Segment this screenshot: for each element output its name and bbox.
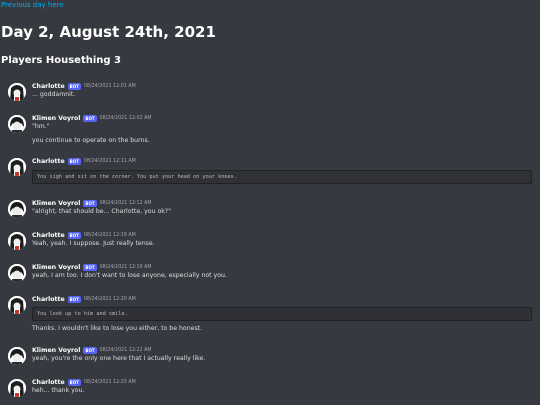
message-text: "hm." <box>32 123 50 130</box>
avatar-charlotte[interactable] <box>8 83 26 101</box>
previous-day-link[interactable]: Previous day here <box>1 1 64 9</box>
code-text: You look up to him and smile. <box>37 311 128 317</box>
bot-badge: BOT <box>67 82 81 90</box>
message-timestamp: 08/24/2021 12:11 AM <box>83 158 136 164</box>
bot-badge: BOT <box>67 295 81 303</box>
message-text: Thanks. I wouldn't like to lose you eith… <box>32 325 203 332</box>
message-timestamp: 08/24/2021 12:19 AM <box>83 232 136 238</box>
bot-badge: BOT <box>83 199 97 207</box>
message-text: Yeah, yeah. I suppose. Just really tense… <box>32 240 155 247</box>
message-timestamp: 08/24/2021 12:01 AM <box>83 83 136 89</box>
bot-badge: BOT <box>83 114 97 122</box>
klimen-avatar-icon <box>8 200 26 218</box>
klimen-avatar-icon <box>8 264 26 282</box>
avatar-charlotte[interactable] <box>8 232 26 250</box>
message-author[interactable]: Charlotte <box>32 232 65 239</box>
message-author[interactable]: Klimen Voyrol <box>32 200 80 207</box>
avatar-charlotte[interactable] <box>8 379 26 397</box>
avatar-charlotte[interactable] <box>8 158 26 176</box>
message-timestamp: 08/24/2021 12:12 AM <box>99 200 152 206</box>
message-text: you continue to operate on the burns. <box>32 137 150 144</box>
message-text: "alright, that should be... Charlotte, y… <box>32 208 171 215</box>
message-author[interactable]: Charlotte <box>32 83 65 90</box>
message-timestamp: 08/24/2021 12:02 AM <box>99 115 152 121</box>
message-author[interactable]: Klimen Voyrol <box>32 264 80 271</box>
bot-badge: BOT <box>67 157 81 165</box>
message-author[interactable]: Charlotte <box>32 158 65 165</box>
message-author[interactable]: Klimen Voyrol <box>32 347 80 354</box>
message-text: yeah, I am too. I don't want to lose any… <box>32 272 227 279</box>
message-text: yeah, you're the only one here that I ac… <box>32 355 206 362</box>
klimen-avatar-icon <box>8 115 26 133</box>
code-block: You look up to him and smile. <box>32 307 532 321</box>
klimen-avatar-icon <box>8 347 26 365</box>
message-author[interactable]: Klimen Voyrol <box>32 115 80 122</box>
message-text: ... goddamnit. <box>32 91 76 98</box>
bot-badge: BOT <box>67 378 81 386</box>
avatar-klimen[interactable] <box>8 115 26 133</box>
channel-title: Players Housething 3 <box>1 55 121 66</box>
message-timestamp: 08/24/2021 12:20 AM <box>83 296 136 302</box>
message-timestamp: 08/24/2021 12:22 AM <box>99 347 152 353</box>
message-timestamp: 08/24/2021 12:19 AM <box>99 264 152 270</box>
charlotte-avatar-icon <box>8 232 26 250</box>
code-text: You sigh and sit on the corner. You put … <box>37 174 237 180</box>
charlotte-avatar-icon <box>8 83 26 101</box>
avatar-klimen[interactable] <box>8 264 26 282</box>
avatar-charlotte[interactable] <box>8 296 26 314</box>
message-timestamp: 08/24/2021 12:23 AM <box>83 379 136 385</box>
bot-badge: BOT <box>83 346 97 354</box>
charlotte-avatar-icon <box>8 296 26 314</box>
code-block: You sigh and sit on the corner. You put … <box>32 170 532 184</box>
charlotte-avatar-icon <box>8 379 26 397</box>
avatar-klimen[interactable] <box>8 200 26 218</box>
avatar-klimen[interactable] <box>8 347 26 365</box>
message-author[interactable]: Charlotte <box>32 296 65 303</box>
day-title: Day 2, August 24th, 2021 <box>1 23 216 41</box>
charlotte-avatar-icon <box>8 158 26 176</box>
message-author[interactable]: Charlotte <box>32 379 65 386</box>
bot-badge: BOT <box>83 263 97 271</box>
message-text: heh... thank you. <box>32 387 85 394</box>
bot-badge: BOT <box>67 231 81 239</box>
